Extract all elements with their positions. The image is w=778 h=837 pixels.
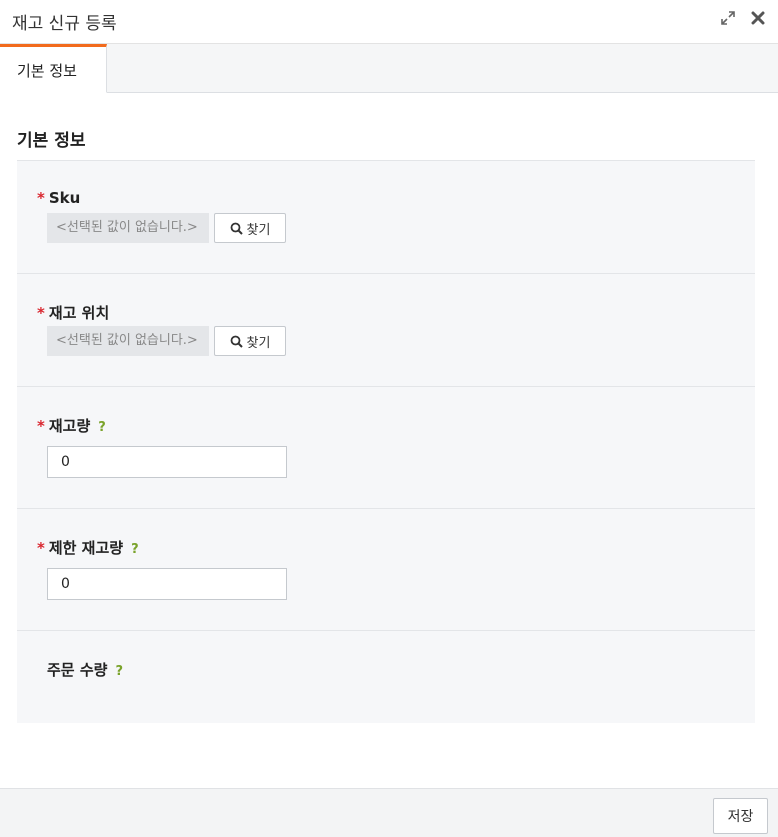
help-icon[interactable]: ?: [131, 542, 139, 557]
help-icon[interactable]: ?: [115, 664, 123, 679]
form-panel: * Sku <선택된 값이 없습니다.> 찾기 * 재고 위치 <선택된 값이 없습…: [17, 160, 755, 723]
form-row-limit-quantity: * 제한 재고량? 0: [17, 509, 755, 631]
form-row-order-quantity: 주문 수량?: [17, 631, 755, 724]
tab-bar: 기본 정보: [0, 44, 778, 93]
find-label: 찾기: [246, 335, 271, 351]
limit-quantity-label: * 제한 재고량?: [37, 537, 139, 558]
save-button[interactable]: 저장: [713, 798, 768, 834]
tab-label: 기본 정보: [17, 62, 77, 80]
quantity-label: * 재고량?: [37, 415, 106, 436]
limit-quantity-label-text: 제한 재고량: [48, 539, 124, 557]
form-row-sku: * Sku <선택된 값이 없습니다.> 찾기: [17, 161, 755, 274]
sku-find-button[interactable]: 찾기: [214, 213, 286, 243]
section-title: 기본 정보: [17, 131, 86, 151]
location-label: * 재고 위치: [37, 302, 109, 323]
expand-icon[interactable]: [718, 8, 738, 28]
window-title: 재고 신규 등록: [12, 14, 117, 34]
limit-quantity-input[interactable]: 0: [47, 568, 287, 600]
form-row-quantity: * 재고량? 0: [17, 387, 755, 509]
footer-bar: 저장: [0, 788, 778, 837]
location-value: <선택된 값이 없습니다.>: [47, 326, 209, 356]
sku-label-text: Sku: [48, 189, 81, 207]
order-quantity-label-text: 주문 수량: [47, 661, 108, 679]
help-icon[interactable]: ?: [98, 420, 106, 435]
search-icon: [230, 335, 243, 348]
quantity-input[interactable]: 0: [47, 446, 287, 478]
form-row-location: * 재고 위치 <선택된 값이 없습니다.> 찾기: [17, 274, 755, 387]
close-icon[interactable]: [748, 8, 768, 28]
location-find-button[interactable]: 찾기: [214, 326, 286, 356]
window-titlebar: 재고 신규 등록: [0, 0, 778, 44]
quantity-label-text: 재고량: [48, 417, 91, 435]
required-mark: *: [37, 189, 45, 207]
find-label: 찾기: [246, 222, 271, 238]
required-mark: *: [37, 417, 45, 435]
tab-basic-info[interactable]: 기본 정보: [0, 44, 107, 93]
sku-value: <선택된 값이 없습니다.>: [47, 213, 209, 243]
search-icon: [230, 222, 243, 235]
location-label-text: 재고 위치: [48, 304, 110, 322]
required-mark: *: [37, 304, 45, 322]
order-quantity-label: 주문 수량?: [47, 659, 123, 680]
required-mark: *: [37, 539, 45, 557]
sku-label: * Sku: [37, 189, 80, 207]
